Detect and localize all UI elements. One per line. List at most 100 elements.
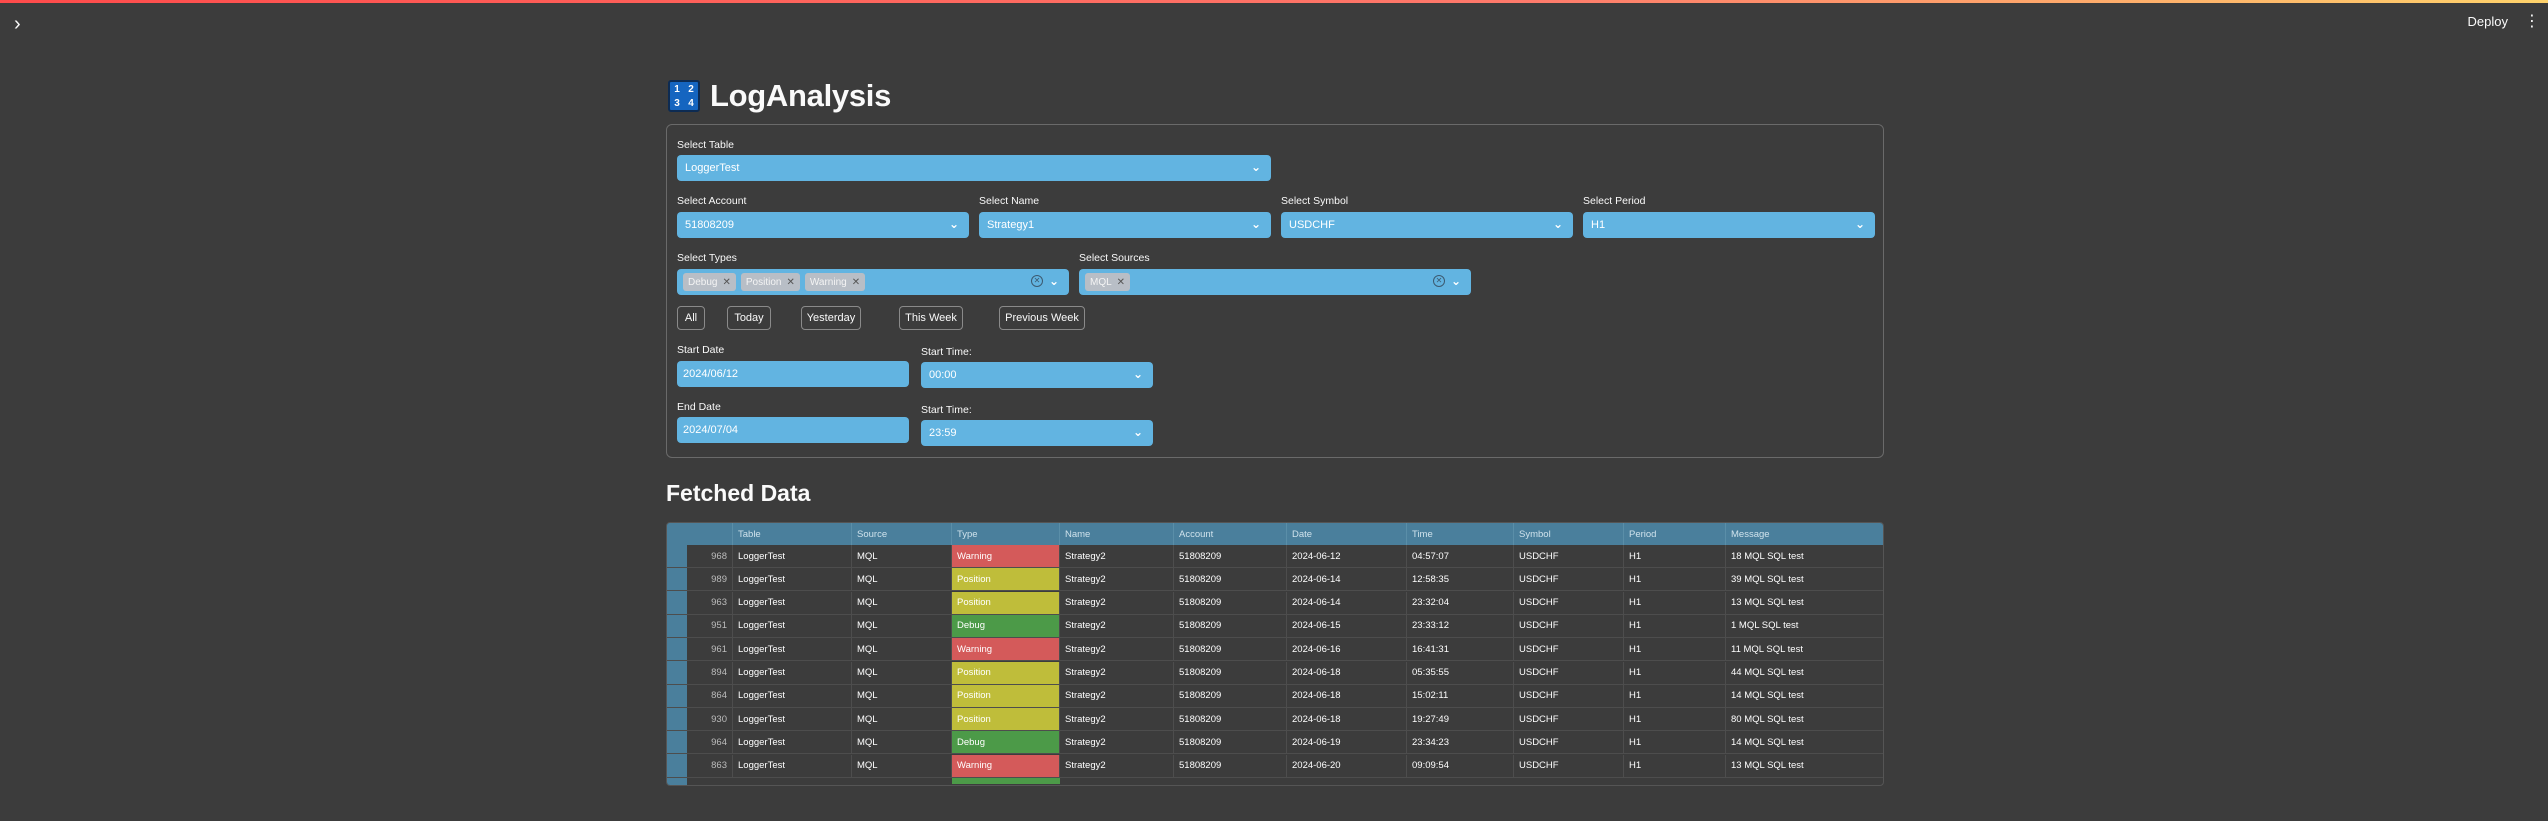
select-sources-label: Select Sources <box>1079 252 1150 264</box>
select-symbol-label: Select Symbol <box>1281 195 1349 207</box>
end-date-label: End Date <box>677 401 721 413</box>
end-time-dropdown[interactable]: 23:59 ⌄ <box>921 420 1153 446</box>
table-row[interactable]: 863 LoggerTest MQL Warning Strategy2 51808209… <box>667 754 1883 778</box>
row-index: 989 <box>687 568 733 591</box>
select-period-dropdown[interactable]: H1 ⌄ <box>1583 212 1875 238</box>
type-cell: Warning <box>952 754 1060 777</box>
table-row[interactable]: 951 LoggerTest MQL Debug Strategy2 51808209 20… <box>667 614 1883 638</box>
table-cell: 2024-06-18 <box>1287 661 1407 684</box>
select-types-multiselect[interactable]: Debug ✕ Position ✕ Warning ✕ ✕ ⌄ <box>677 269 1069 295</box>
column-header[interactable]: Time <box>1407 523 1514 545</box>
table-cell: H1 <box>1624 708 1726 731</box>
table-row[interactable]: 968 LoggerTest MQL Warning Strategy2 51808209… <box>667 545 1883 568</box>
table-cell: 51808209 <box>1174 684 1287 707</box>
table-cell: 2024-06-15 <box>1287 614 1407 637</box>
type-cell: Warning <box>952 545 1060 567</box>
numbers-1234-icon: 1 2 3 4 <box>668 80 700 112</box>
column-header[interactable]: Source <box>852 523 952 545</box>
chevron-right-icon[interactable]: › <box>14 14 34 34</box>
table-cell: LoggerTest <box>733 591 852 614</box>
table-cell: 51808209 <box>1174 638 1287 661</box>
all-button[interactable]: All <box>677 306 705 330</box>
end-date-input[interactable]: 2024/07/04 <box>677 417 909 443</box>
row-index: 961 <box>687 638 733 661</box>
table-cell: 51808209 <box>1174 708 1287 731</box>
select-symbol-dropdown[interactable]: USDCHF ⌄ <box>1281 212 1573 238</box>
table-cell: 2024-06-14 <box>1287 591 1407 614</box>
select-account-dropdown[interactable]: 51808209 ⌄ <box>677 212 969 238</box>
table-cell: USDCHF <box>1514 568 1624 591</box>
chevron-down-icon: ⌄ <box>1250 217 1261 231</box>
table-cell: MQL <box>852 638 952 661</box>
select-sources-multiselect[interactable]: MQL ✕ ✕ ⌄ <box>1079 269 1471 295</box>
table-cell: 1 MQL SQL test <box>1726 615 1883 637</box>
source-tag-mql[interactable]: MQL ✕ <box>1085 273 1131 291</box>
table-cell: 19:27:49 <box>1407 708 1514 731</box>
remove-tag-icon[interactable]: ✕ <box>1117 277 1125 288</box>
column-header[interactable] <box>687 523 733 545</box>
column-header[interactable]: Symbol <box>1514 523 1624 545</box>
table-cell: 2024-06-18 <box>1287 684 1407 707</box>
column-header[interactable]: Message <box>1726 523 1883 545</box>
select-table-dropdown[interactable]: LoggerTest ⌄ <box>677 155 1271 181</box>
column-header[interactable]: Name <box>1060 523 1174 545</box>
this-week-button[interactable]: This Week <box>899 306 963 330</box>
table-cell: MQL <box>852 614 952 637</box>
clear-all-icon[interactable]: ✕ <box>1433 275 1445 287</box>
chevron-down-icon: ⌄ <box>948 217 959 231</box>
table-cell: H1 <box>1624 638 1726 661</box>
table-row[interactable]: 864 LoggerTest MQL Position Strategy2 5180820… <box>667 684 1883 708</box>
table-row[interactable]: 989 LoggerTest MQL Position Strategy2 5180820… <box>667 568 1883 592</box>
table-cell: 51808209 <box>1174 661 1287 684</box>
today-button[interactable]: Today <box>727 306 771 330</box>
start-date-input[interactable]: 2024/06/12 <box>677 361 909 387</box>
table-row[interactable]: 961 LoggerTest MQL Warning Strategy2 51808209… <box>667 638 1883 662</box>
table-header-row: Table Source Type Name Account Date Time Symbol… <box>667 523 1883 545</box>
table-cell: 11 MQL SQL test <box>1726 638 1883 660</box>
table-row[interactable]: 964 LoggerTest MQL Debug Strategy2 51808209 20… <box>667 731 1883 755</box>
remove-tag-icon[interactable]: ✕ <box>786 277 794 288</box>
select-name-dropdown[interactable]: Strategy1 ⌄ <box>979 212 1271 238</box>
end-time-label: Start Time: <box>921 404 972 416</box>
table-cell: MQL <box>852 731 952 754</box>
column-header[interactable]: Type <box>952 523 1060 545</box>
table-cell: Strategy2 <box>1060 731 1174 754</box>
start-time-dropdown[interactable]: 00:00 ⌄ <box>921 362 1153 388</box>
type-cell: Debug <box>952 731 1060 754</box>
deploy-button[interactable]: Deploy <box>2468 14 2508 29</box>
row-index: 864 <box>687 684 733 707</box>
column-header[interactable]: Account <box>1174 523 1287 545</box>
type-tag-warning[interactable]: Warning ✕ <box>804 273 866 291</box>
select-table-label: Select Table <box>677 139 735 151</box>
kebab-menu-icon[interactable]: ⋮ <box>2524 13 2540 31</box>
type-cell: Position <box>952 684 1060 707</box>
clear-all-icon[interactable]: ✕ <box>1031 275 1043 287</box>
previous-week-button[interactable]: Previous Week <box>999 306 1085 330</box>
table-cell: 51808209 <box>1174 545 1287 567</box>
table-cell: Strategy2 <box>1060 638 1174 661</box>
table-row[interactable]: 963 LoggerTest MQL Position Strategy2 5180820… <box>667 591 1883 615</box>
type-cell: Position <box>952 568 1060 591</box>
column-header[interactable]: Table <box>733 523 852 545</box>
table-row[interactable]: 894 LoggerTest MQL Position Strategy2 5180820… <box>667 661 1883 685</box>
table-cell: USDCHF <box>1514 614 1624 637</box>
remove-tag-icon[interactable]: ✕ <box>722 277 730 288</box>
table-row[interactable]: 930 LoggerTest MQL Position Strategy2 5180820… <box>667 708 1883 732</box>
data-table[interactable]: Table Source Type Name Account Date Time Symbol… <box>666 522 1884 786</box>
column-header[interactable]: Date <box>1287 523 1407 545</box>
table-cell: MQL <box>852 568 952 591</box>
yesterday-button[interactable]: Yesterday <box>801 306 861 330</box>
remove-tag-icon[interactable]: ✕ <box>852 277 860 288</box>
table-cell: LoggerTest <box>733 568 852 591</box>
table-cell: LoggerTest <box>733 661 852 684</box>
select-period-label: Select Period <box>1583 195 1646 207</box>
table-cell: LoggerTest <box>733 684 852 707</box>
type-cell: Warning <box>952 638 1060 661</box>
table-cell: Strategy2 <box>1060 708 1174 731</box>
type-cell: Debug <box>952 614 1060 637</box>
column-header[interactable]: Period <box>1624 523 1726 545</box>
table-cell: 09:09:54 <box>1407 754 1514 777</box>
start-date-label: Start Date <box>677 344 725 356</box>
type-tag-position[interactable]: Position ✕ <box>740 273 800 291</box>
type-tag-debug[interactable]: Debug ✕ <box>683 273 736 291</box>
